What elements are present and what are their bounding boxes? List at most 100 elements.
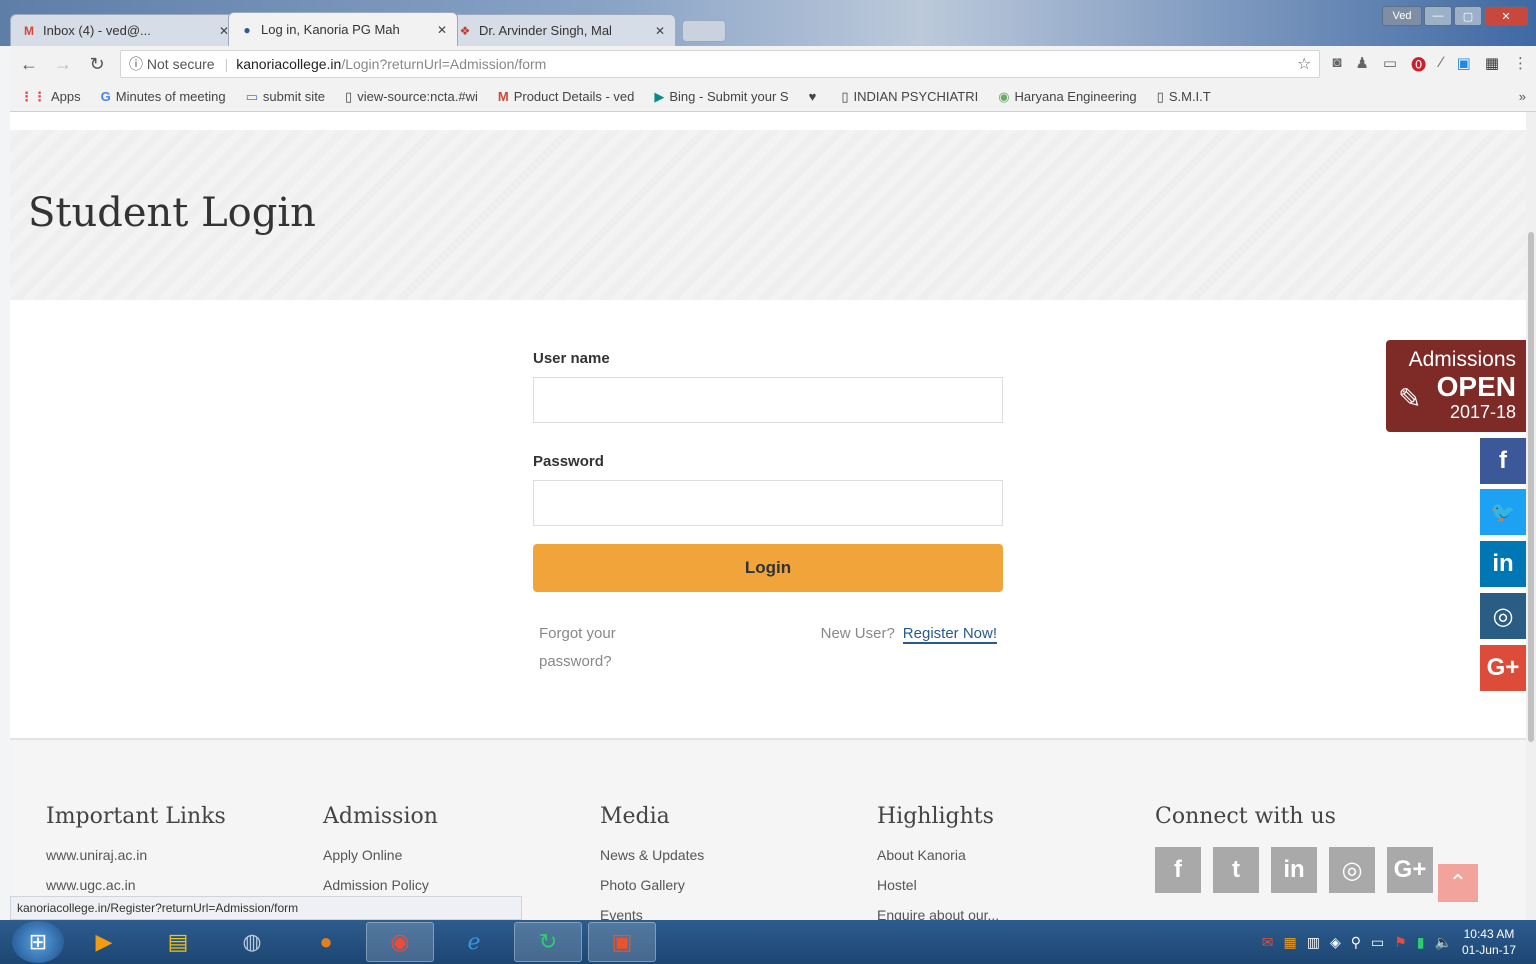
- maximize-button[interactable]: ▢: [1454, 6, 1482, 26]
- tray-app-icon[interactable]: ▦: [1283, 934, 1296, 951]
- username-input[interactable]: [533, 377, 1003, 423]
- twitter-icon[interactable]: t: [1213, 847, 1259, 893]
- bookmark-minutes[interactable]: G Minutes of meeting: [101, 89, 226, 104]
- footer-heading: Important Links: [46, 804, 226, 829]
- dark-extension-icon[interactable]: ▦: [1485, 54, 1499, 75]
- address-bar[interactable]: ⓘ Not secure | kanoriacollege.in/Login?r…: [120, 50, 1321, 78]
- bookmark-view-source[interactable]: ▯ view-source:ncta.#wi: [345, 89, 478, 105]
- minimize-button[interactable]: —: [1424, 6, 1452, 26]
- firefox-taskbar-icon[interactable]: ●: [292, 922, 360, 962]
- tab-arvinder[interactable]: ❖ Dr. Arvinder Singh, Mal ✕: [446, 14, 676, 46]
- globe-taskbar-icon[interactable]: ◍: [218, 922, 286, 962]
- clock-time: 10:43 AM: [1463, 927, 1515, 941]
- tray-flag-icon[interactable]: ⚑: [1394, 934, 1407, 951]
- sync-taskbar-icon[interactable]: ↻: [514, 922, 582, 962]
- admissions-text: Admissions: [1408, 348, 1516, 371]
- google-plus-icon[interactable]: G+: [1387, 847, 1433, 893]
- explorer-taskbar-icon[interactable]: ▤: [144, 922, 212, 962]
- ie-taskbar-icon[interactable]: ℯ: [440, 922, 508, 962]
- url-path: /Login?returnUrl=Admission/form: [341, 56, 547, 72]
- not-secure-indicator[interactable]: ⓘ Not secure: [129, 54, 215, 74]
- footer-link[interactable]: News & Updates: [600, 847, 704, 863]
- login-button[interactable]: Login: [533, 544, 1003, 592]
- facebook-icon[interactable]: f: [1155, 847, 1201, 893]
- powerpoint-taskbar-icon[interactable]: ▣: [588, 922, 656, 962]
- footer-link[interactable]: www.ugc.ac.in: [46, 877, 226, 893]
- footer-link[interactable]: Events: [600, 907, 704, 920]
- profile-button[interactable]: Ved: [1382, 6, 1422, 26]
- bookmark-bing[interactable]: ▶ Bing - Submit your S: [654, 89, 788, 105]
- page-scrollbar[interactable]: [1526, 112, 1536, 920]
- reload-button[interactable]: ↻: [86, 54, 108, 75]
- tray-display-icon[interactable]: ▭: [1371, 934, 1384, 951]
- tray-usb-icon[interactable]: ⚲: [1351, 934, 1361, 951]
- google-plus-side-icon[interactable]: G+: [1480, 645, 1526, 691]
- forgot-password-link[interactable]: Forgot your password?: [539, 620, 649, 676]
- bookmark-indian-psychiatry[interactable]: ▯ INDIAN PSYCHIATRI: [841, 89, 978, 105]
- close-window-button[interactable]: ✕: [1484, 6, 1528, 26]
- linkedin-icon[interactable]: in: [1271, 847, 1317, 893]
- page-icon: ▯: [345, 88, 353, 104]
- apps-icon: ⋮⋮: [20, 88, 46, 104]
- tray-network-icon[interactable]: ▥: [1307, 934, 1320, 951]
- bookmark-haryana-engineering[interactable]: ◉ Haryana Engineering: [998, 89, 1136, 105]
- bookmark-product-details[interactable]: M Product Details - ved: [498, 89, 635, 104]
- bookmark-submit-site[interactable]: ▭ submit site: [246, 89, 325, 105]
- footer-link[interactable]: Photo Gallery: [600, 877, 704, 893]
- linkedin-side-icon[interactable]: in: [1480, 541, 1526, 587]
- instagram-side-icon[interactable]: ◎: [1480, 593, 1526, 639]
- url-host: kanoriacollege.in: [236, 56, 342, 72]
- tab-kanoria-login[interactable]: ● Log in, Kanoria PG Mah ✕: [228, 12, 458, 46]
- google-icon: G: [100, 89, 111, 104]
- chrome-taskbar-icon[interactable]: ◉: [366, 922, 434, 962]
- gmail-icon: M: [24, 23, 34, 38]
- more-bookmarks-icon[interactable]: »: [1519, 89, 1526, 104]
- feather-extension-icon[interactable]: ∕: [1440, 54, 1443, 75]
- footer-highlights: Highlights About Kanoria Hostel Enquire …: [877, 804, 999, 920]
- scrollbar-thumb[interactable]: [1528, 232, 1534, 742]
- close-tab-icon[interactable]: ✕: [655, 24, 665, 38]
- tray-volume-icon[interactable]: 🔈: [1435, 934, 1452, 951]
- footer-link[interactable]: Enquire about our...: [877, 907, 999, 920]
- browser-title-bar: M Inbox (4) - ved@... ✕ ● Log in, Kanori…: [0, 0, 1536, 46]
- pinterest-extension-icon[interactable]: ⓿: [1411, 54, 1426, 75]
- tab-title: Dr. Arvinder Singh, Mal: [479, 23, 612, 38]
- password-label: Password: [533, 453, 604, 470]
- bookmark-smit[interactable]: ▯ S.M.I.T: [1157, 89, 1211, 105]
- user-extension-icon[interactable]: ♟: [1355, 54, 1368, 75]
- bookmark-star-icon[interactable]: ☆: [1297, 54, 1311, 74]
- window-extension-icon[interactable]: ▣: [1457, 54, 1471, 75]
- new-tab-button[interactable]: [682, 20, 726, 42]
- admissions-open-badge[interactable]: Admissions ✎ OPEN 2017-18: [1386, 340, 1526, 432]
- taskbar-clock[interactable]: 10:43 AM 01-Jun-17: [1462, 926, 1516, 958]
- bookmark-apps[interactable]: ⋮⋮ Apps: [20, 89, 81, 105]
- footer-link[interactable]: www.uniraj.ac.in: [46, 847, 226, 863]
- media-player-taskbar-icon[interactable]: ▶: [70, 922, 138, 962]
- twitter-side-icon[interactable]: 🐦: [1480, 489, 1526, 535]
- facebook-side-icon[interactable]: f: [1480, 438, 1526, 484]
- tray-shield-icon[interactable]: ◈: [1330, 934, 1341, 951]
- scroll-to-top-button[interactable]: ⌃: [1438, 864, 1478, 902]
- footer-link[interactable]: About Kanoria: [877, 847, 999, 863]
- instagram-icon[interactable]: ◎: [1329, 847, 1375, 893]
- extensions: ◙ ♟ ▭ ⓿ ∕ ▣ ▦ ⋮: [1332, 54, 1528, 75]
- footer-link[interactable]: Admission Policy: [323, 877, 438, 893]
- page-icon: ▯: [841, 88, 849, 104]
- close-tab-icon[interactable]: ✕: [437, 23, 447, 37]
- tab-title: Inbox (4) - ved@...: [43, 23, 151, 38]
- start-button[interactable]: ⊞: [12, 921, 64, 963]
- menu-icon[interactable]: ⋮: [1513, 54, 1528, 75]
- tab-gmail[interactable]: M Inbox (4) - ved@... ✕: [10, 14, 240, 46]
- register-now-link[interactable]: Register Now!: [902, 625, 997, 644]
- camera-extension-icon[interactable]: ◙: [1332, 54, 1341, 75]
- password-input[interactable]: [533, 480, 1003, 526]
- back-button[interactable]: ←: [18, 54, 40, 75]
- forward-button[interactable]: →: [52, 54, 74, 75]
- heart-icon: ♥: [808, 89, 817, 104]
- tray-signal-icon[interactable]: ▮: [1417, 934, 1425, 951]
- tray-gmail-icon[interactable]: ✉: [1262, 934, 1274, 951]
- cast-extension-icon[interactable]: ▭: [1383, 54, 1397, 75]
- footer-link[interactable]: Apply Online: [323, 847, 438, 863]
- bookmark-heart[interactable]: ♥: [809, 89, 822, 104]
- footer-link[interactable]: Hostel: [877, 877, 999, 893]
